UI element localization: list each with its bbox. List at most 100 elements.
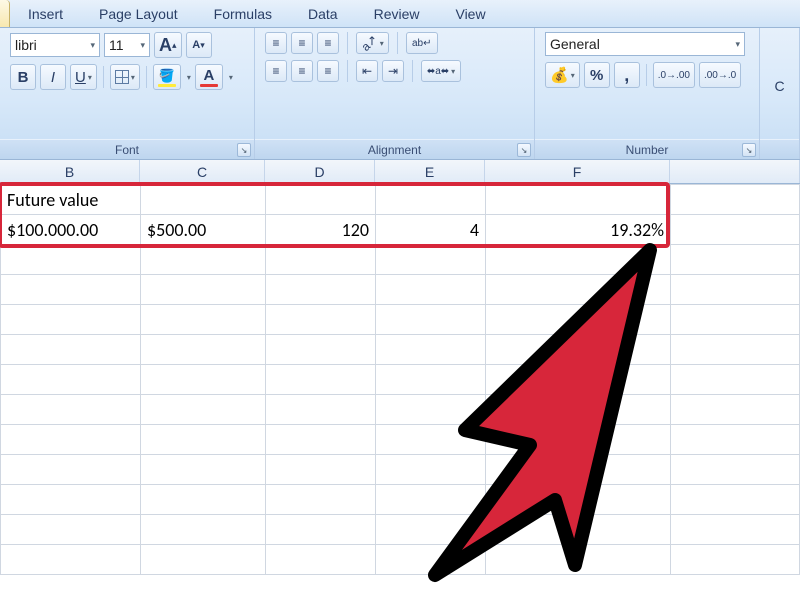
cell[interactable] bbox=[141, 395, 266, 425]
cell[interactable] bbox=[376, 515, 486, 545]
cell[interactable] bbox=[376, 425, 486, 455]
cell[interactable] bbox=[671, 545, 800, 575]
cell[interactable] bbox=[671, 275, 800, 305]
cell[interactable] bbox=[376, 485, 486, 515]
col-header-D[interactable]: D bbox=[265, 160, 375, 183]
cell[interactable] bbox=[141, 545, 266, 575]
font-name-combo[interactable]: libri ▾ bbox=[10, 33, 100, 57]
tab-insert[interactable]: Insert bbox=[10, 2, 81, 26]
cell[interactable] bbox=[376, 545, 486, 575]
cell[interactable] bbox=[141, 305, 266, 335]
cell-E2[interactable]: 4 bbox=[376, 215, 486, 245]
cell-B2[interactable]: $100.000.00 bbox=[1, 215, 141, 245]
cell[interactable] bbox=[266, 335, 376, 365]
cell[interactable] bbox=[486, 335, 671, 365]
col-header-E[interactable]: E bbox=[375, 160, 485, 183]
number-format-combo[interactable]: General ▾ bbox=[545, 32, 745, 56]
cell-C1[interactable] bbox=[141, 185, 266, 215]
conditional-formatting-partial[interactable]: C bbox=[774, 78, 784, 94]
cell[interactable] bbox=[141, 455, 266, 485]
grow-font-button[interactable]: A▴ bbox=[154, 32, 182, 58]
cell[interactable] bbox=[266, 305, 376, 335]
bold-button[interactable]: B bbox=[10, 64, 36, 90]
cell[interactable] bbox=[671, 395, 800, 425]
font-size-combo[interactable]: 11 ▾ bbox=[104, 33, 150, 57]
shrink-font-button[interactable]: A▾ bbox=[186, 32, 212, 58]
cell[interactable] bbox=[141, 245, 266, 275]
cell[interactable] bbox=[266, 425, 376, 455]
dialog-launcher-alignment[interactable]: ↘ bbox=[517, 143, 531, 157]
italic-button[interactable]: I bbox=[40, 64, 66, 90]
cell[interactable] bbox=[141, 425, 266, 455]
cell[interactable] bbox=[266, 245, 376, 275]
tab-page-layout[interactable]: Page Layout bbox=[81, 2, 196, 26]
cell[interactable] bbox=[1, 545, 141, 575]
cell[interactable] bbox=[141, 515, 266, 545]
cell[interactable] bbox=[486, 515, 671, 545]
cell[interactable] bbox=[266, 275, 376, 305]
cell[interactable] bbox=[671, 365, 800, 395]
comma-style-button[interactable]: , bbox=[614, 62, 640, 88]
cell[interactable] bbox=[266, 515, 376, 545]
dialog-launcher-number[interactable]: ↘ bbox=[742, 143, 756, 157]
cell[interactable] bbox=[376, 365, 486, 395]
align-bottom-button[interactable]: ≡ bbox=[317, 32, 339, 54]
cell[interactable] bbox=[486, 245, 671, 275]
cell[interactable] bbox=[266, 455, 376, 485]
increase-decimal-button[interactable]: .0→.00 bbox=[653, 62, 695, 88]
cell[interactable] bbox=[486, 395, 671, 425]
cell-G2[interactable] bbox=[671, 215, 800, 245]
cell-B1[interactable]: Future value bbox=[1, 185, 141, 215]
cell[interactable] bbox=[141, 485, 266, 515]
cell[interactable] bbox=[671, 245, 800, 275]
font-color-button[interactable]: A bbox=[195, 64, 223, 90]
tab-view[interactable]: View bbox=[437, 2, 503, 26]
decrease-decimal-button[interactable]: .00→.0 bbox=[699, 62, 741, 88]
cell[interactable] bbox=[1, 485, 141, 515]
decrease-indent-button[interactable]: ⇤ bbox=[356, 60, 378, 82]
cell[interactable] bbox=[486, 425, 671, 455]
fill-color-button[interactable]: 🪣 bbox=[153, 64, 181, 90]
underline-button[interactable]: U▾ bbox=[70, 64, 97, 90]
chevron-down-icon[interactable]: ▾ bbox=[187, 73, 191, 82]
merge-center-button[interactable]: ⬌a⬌▾ bbox=[421, 60, 461, 82]
percent-style-button[interactable]: % bbox=[584, 62, 610, 88]
wrap-text-button[interactable]: ab↵ bbox=[406, 32, 438, 54]
cell-C2[interactable]: $500.00 bbox=[141, 215, 266, 245]
dialog-launcher-font[interactable]: ↘ bbox=[237, 143, 251, 157]
cell-D1[interactable] bbox=[266, 185, 376, 215]
cell[interactable] bbox=[1, 365, 141, 395]
cell[interactable] bbox=[486, 485, 671, 515]
cell[interactable] bbox=[141, 335, 266, 365]
cell[interactable] bbox=[1, 305, 141, 335]
accounting-format-button[interactable]: 💰▾ bbox=[545, 62, 580, 88]
align-right-button[interactable]: ≡ bbox=[317, 60, 339, 82]
col-header-C[interactable]: C bbox=[140, 160, 265, 183]
cell-D2[interactable]: 120 bbox=[266, 215, 376, 245]
cell[interactable] bbox=[266, 365, 376, 395]
align-left-button[interactable]: ≡ bbox=[265, 60, 287, 82]
cell[interactable] bbox=[141, 275, 266, 305]
col-header-B[interactable]: B bbox=[0, 160, 140, 183]
cell[interactable] bbox=[141, 365, 266, 395]
cell-G1[interactable] bbox=[671, 185, 800, 215]
cell[interactable] bbox=[266, 395, 376, 425]
orientation-button[interactable]: a↗▾ bbox=[356, 32, 389, 54]
col-header-F[interactable]: F bbox=[485, 160, 670, 183]
cell[interactable] bbox=[671, 515, 800, 545]
cell[interactable] bbox=[376, 245, 486, 275]
cell[interactable] bbox=[376, 305, 486, 335]
cell[interactable] bbox=[671, 485, 800, 515]
home-tab-sliver[interactable] bbox=[0, 0, 10, 27]
cell[interactable] bbox=[1, 245, 141, 275]
align-top-button[interactable]: ≡ bbox=[265, 32, 287, 54]
align-middle-button[interactable]: ≡ bbox=[291, 32, 313, 54]
cell[interactable] bbox=[486, 545, 671, 575]
border-button[interactable]: ▾ bbox=[110, 64, 140, 90]
cell[interactable] bbox=[1, 395, 141, 425]
cell[interactable] bbox=[486, 455, 671, 485]
cell[interactable] bbox=[486, 305, 671, 335]
tab-formulas[interactable]: Formulas bbox=[196, 2, 290, 26]
cell[interactable] bbox=[376, 455, 486, 485]
cell[interactable] bbox=[1, 455, 141, 485]
